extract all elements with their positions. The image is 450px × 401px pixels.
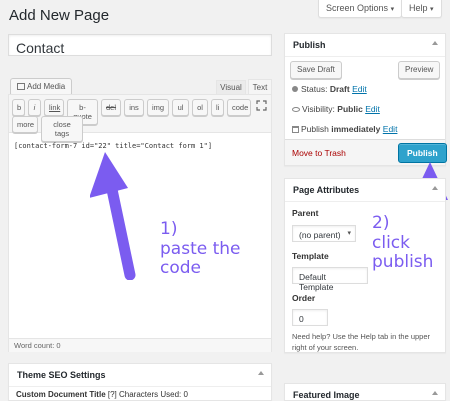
collapse-caret-icon[interactable] xyxy=(432,41,438,45)
order-label: Order xyxy=(292,293,316,303)
page-attributes-header[interactable]: Page Attributes xyxy=(285,179,445,202)
qt-close-tags-button[interactable]: close tags xyxy=(41,116,83,142)
eye-icon xyxy=(292,107,300,112)
template-select[interactable]: Default Template xyxy=(292,267,368,292)
qt-bold-button[interactable]: b xyxy=(12,99,25,116)
qt-li-button[interactable]: li xyxy=(211,99,224,116)
edit-visibility-link[interactable]: Edit xyxy=(365,104,380,114)
screen-options-tab[interactable]: Screen Options ▾ xyxy=(318,0,403,18)
featured-image-title: Featured Image xyxy=(293,390,360,400)
qt-ul-button[interactable]: ul xyxy=(172,99,189,116)
page-title: Add New Page xyxy=(9,7,110,24)
schedule-row: Publish immediately Edit xyxy=(292,124,397,134)
move-to-trash-link[interactable]: Move to Trash xyxy=(292,148,346,158)
seo-field-label: Custom Document Title xyxy=(16,390,106,399)
qt-ins-button[interactable]: ins xyxy=(124,99,144,116)
save-draft-button[interactable]: Save Draft xyxy=(290,61,342,79)
featured-image-header[interactable]: Featured Image xyxy=(285,384,445,401)
title-input[interactable]: Contact xyxy=(8,34,272,56)
help-label: Help xyxy=(409,3,428,13)
status-row: Status: Draft Edit xyxy=(292,84,367,94)
seo-field-row: Custom Document Title [?] Characters Use… xyxy=(16,390,188,399)
annotation-step-1-number: 1) xyxy=(160,219,178,239)
featured-image-panel: Featured Image xyxy=(284,383,446,401)
parent-label: Parent xyxy=(292,208,319,218)
annotation-step-1: 1) paste the code xyxy=(160,219,241,279)
annotation-step-2: 2) click publish xyxy=(372,213,434,273)
tab-visual[interactable]: Visual xyxy=(216,80,246,94)
schedule-value: immediately xyxy=(331,124,381,134)
fullscreen-icon[interactable] xyxy=(256,100,267,113)
qt-code-button[interactable]: code xyxy=(227,99,251,116)
qt-italic-button[interactable]: i xyxy=(28,99,41,116)
editor-content[interactable]: [contact-form-7 id="22" title="Contact f… xyxy=(14,142,212,150)
qt-link-button[interactable]: link xyxy=(44,99,64,116)
publish-panel-header[interactable]: Publish xyxy=(285,34,445,57)
annotation-step-1-line-2: code xyxy=(160,258,201,279)
edit-schedule-link[interactable]: Edit xyxy=(383,124,398,134)
visibility-label: Visibility: xyxy=(302,104,335,114)
collapse-caret-icon[interactable] xyxy=(258,371,264,375)
annotation-step-2-line-1: click xyxy=(372,232,410,253)
status-value: Draft xyxy=(329,84,350,94)
seo-panel-header[interactable]: Theme SEO Settings xyxy=(9,364,271,387)
qt-del-button[interactable]: del xyxy=(101,99,121,116)
qt-more-button[interactable]: more xyxy=(12,116,38,133)
preview-button[interactable]: Preview xyxy=(398,61,441,79)
pin-icon xyxy=(292,86,298,92)
qt-ol-button[interactable]: ol xyxy=(192,99,208,116)
chevron-down-icon: ▾ xyxy=(430,6,434,13)
parent-select-value: (no parent) xyxy=(299,230,341,240)
seo-panel-title: Theme SEO Settings xyxy=(17,370,106,380)
collapse-caret-icon[interactable] xyxy=(432,391,438,395)
help-tab[interactable]: Help ▾ xyxy=(401,0,442,18)
seo-field-hint: [?] Characters Used: 0 xyxy=(107,390,188,399)
screen-options-label: Screen Options xyxy=(326,3,389,13)
schedule-label: Publish xyxy=(301,124,329,134)
publish-panel-title: Publish xyxy=(293,40,326,50)
add-media-button[interactable]: Add Media xyxy=(10,78,73,96)
annotation-step-2-line-2: publish xyxy=(372,252,434,273)
order-input[interactable]: 0 xyxy=(292,309,328,326)
add-media-label: Add Media xyxy=(27,82,66,91)
annotation-step-1-line-1: paste the xyxy=(160,238,241,259)
page-attributes-title: Page Attributes xyxy=(293,185,360,195)
annotation-step-2-number: 2) xyxy=(372,213,390,233)
media-icon xyxy=(17,83,25,90)
visibility-row: Visibility: Public Edit xyxy=(292,104,380,114)
help-text: Need help? Use the Help tab in the upper… xyxy=(292,332,431,352)
word-count: Word count: 0 xyxy=(14,341,61,350)
edit-status-link[interactable]: Edit xyxy=(352,84,367,94)
parent-select[interactable]: (no parent) ▾ xyxy=(292,225,356,242)
collapse-caret-icon[interactable] xyxy=(432,186,438,190)
chevron-down-icon: ▾ xyxy=(347,230,351,237)
tab-text[interactable]: Text xyxy=(248,79,272,95)
status-label: Status: xyxy=(301,84,328,94)
qt-img-button[interactable]: img xyxy=(147,99,169,116)
template-label: Template xyxy=(292,251,329,261)
visibility-value: Public xyxy=(337,104,363,114)
calendar-icon xyxy=(292,126,299,133)
chevron-down-icon: ▾ xyxy=(390,6,395,13)
